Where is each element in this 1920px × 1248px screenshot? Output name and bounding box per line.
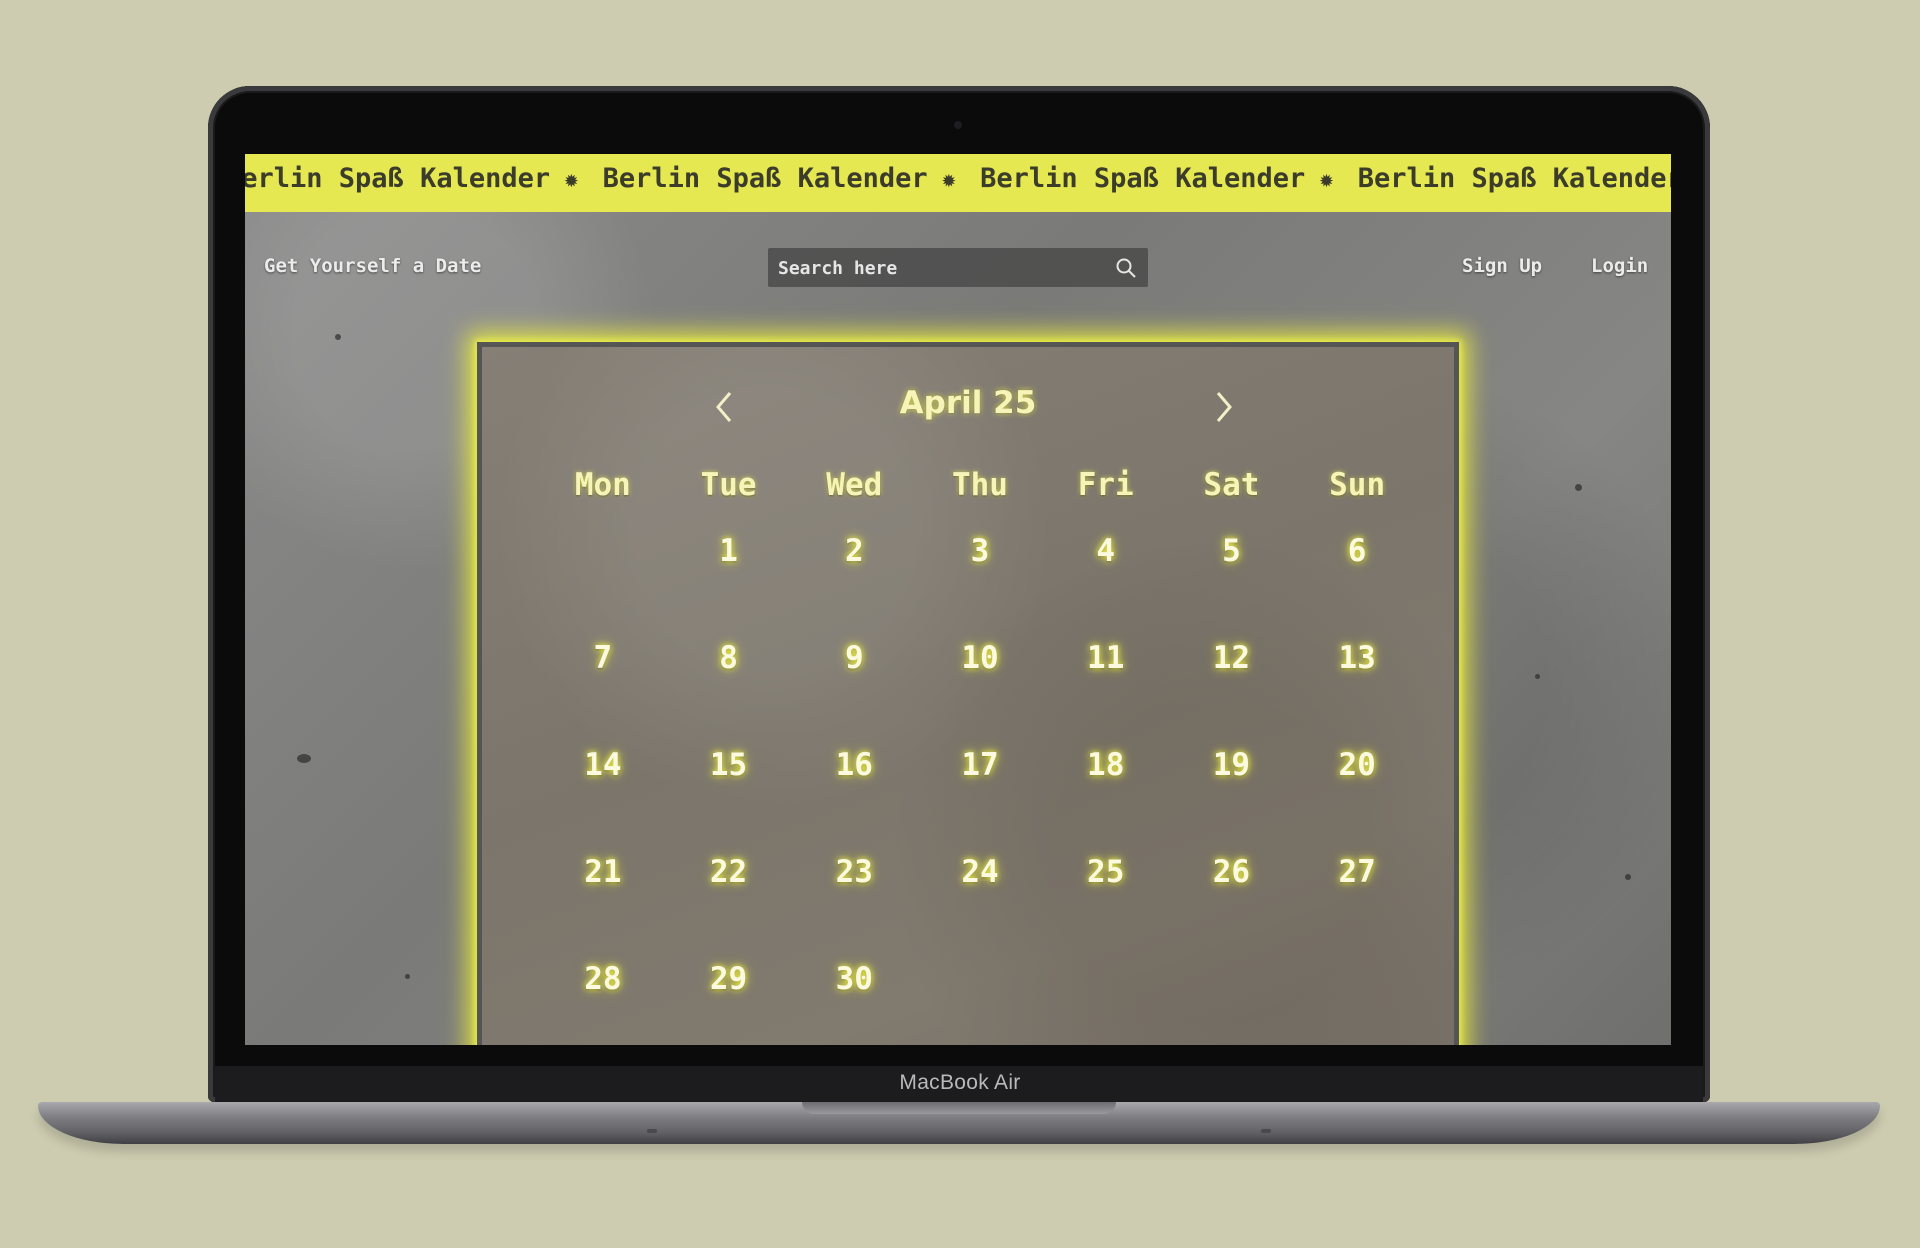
laptop-foot <box>1261 1129 1271 1133</box>
calendar-month-title: April 25 <box>899 385 1037 421</box>
day-cell[interactable]: 24 <box>917 854 1043 961</box>
day-cell[interactable]: 15 <box>666 747 792 854</box>
day-cell[interactable]: 27 <box>1294 854 1420 961</box>
day-cell[interactable]: 11 <box>1043 640 1169 747</box>
day-cell[interactable]: 5 <box>1169 533 1295 640</box>
day-cell[interactable]: 30 <box>791 961 917 1045</box>
day-cell[interactable]: 14 <box>540 747 666 854</box>
weekday-label: Thu <box>951 467 1008 503</box>
day-cell[interactable]: 13 <box>1294 640 1420 747</box>
weekday-label: Wed <box>826 467 883 503</box>
laptop-foot <box>647 1129 657 1133</box>
texture-speck <box>405 974 410 979</box>
empty-day-cell <box>540 533 666 640</box>
day-cell[interactable]: 21 <box>540 854 666 961</box>
weekday-label: Sat <box>1203 467 1260 503</box>
day-cell[interactable]: 22 <box>666 854 792 961</box>
texture-speck <box>297 754 311 763</box>
next-month-chevron-icon[interactable] <box>1208 389 1238 425</box>
fire-icon: ✹ <box>564 164 579 193</box>
marquee-text: Berlin Spaß Kalender <box>245 163 551 194</box>
day-cell[interactable]: 4 <box>1043 533 1169 640</box>
marquee-text: Berlin Spaß Kalender <box>1357 163 1671 194</box>
marquee-item: Berlin Spaß Kalender✹ <box>1358 163 1671 194</box>
day-cell[interactable]: 19 <box>1169 747 1295 854</box>
marquee-track: Berlin Spaß Kalender ✹ Berlin Spaß Kalende… <box>245 163 1671 194</box>
day-cell[interactable]: 3 <box>917 533 1043 640</box>
weekday-label: Tue <box>700 467 757 503</box>
marquee-banner: Berlin Spaß Kalender ✹ Berlin Spaß Kalende… <box>245 154 1671 212</box>
day-cell[interactable]: 10 <box>917 640 1043 747</box>
texture-speck <box>1625 874 1631 880</box>
day-cell[interactable]: 6 <box>1294 533 1420 640</box>
day-cell[interactable]: 8 <box>666 640 792 747</box>
marquee-item: Berlin Spaß Kalender ✹ <box>603 163 967 194</box>
day-cell[interactable]: 9 <box>791 640 917 747</box>
signup-link[interactable]: Sign Up <box>1462 255 1542 277</box>
day-cell[interactable]: 2 <box>791 533 917 640</box>
texture-speck <box>335 334 341 340</box>
weekday-row: Mon Tue Wed Thu Fri Sat Sun <box>540 467 1420 503</box>
texture-speck <box>1535 674 1540 679</box>
login-link[interactable]: Login <box>1591 255 1648 277</box>
weekday-label: Sun <box>1329 467 1386 503</box>
marquee-text: Berlin Spaß Kalender <box>980 163 1306 194</box>
day-cell[interactable]: 20 <box>1294 747 1420 854</box>
marquee-item: Berlin Spaß Kalender ✹ <box>245 163 589 194</box>
day-cell[interactable]: 1 <box>666 533 792 640</box>
day-cell[interactable]: 29 <box>666 961 792 1045</box>
brand-link[interactable]: Get Yourself a Date <box>264 255 481 277</box>
texture-speck <box>1575 484 1582 491</box>
marquee-item: Berlin Spaß Kalender ✹ <box>980 163 1344 194</box>
screen: Berlin Spaß Kalender ✹ Berlin Spaß Kalende… <box>245 154 1671 1045</box>
day-cell[interactable]: 23 <box>791 854 917 961</box>
laptop-notch <box>802 1102 1116 1114</box>
calendar-header: April 25 <box>482 385 1454 435</box>
day-cell[interactable]: 12 <box>1169 640 1295 747</box>
search-bar <box>768 248 1148 289</box>
search-input[interactable] <box>776 248 1100 289</box>
day-cell[interactable]: 16 <box>791 747 917 854</box>
day-cell[interactable]: 18 <box>1043 747 1169 854</box>
day-cell[interactable]: 17 <box>917 747 1043 854</box>
fire-icon: ✹ <box>941 164 957 193</box>
weekday-label: Fri <box>1077 467 1134 503</box>
webcam <box>954 121 962 129</box>
day-cell[interactable]: 25 <box>1043 854 1169 961</box>
day-cell[interactable]: 7 <box>540 640 666 747</box>
day-cell[interactable]: 26 <box>1169 854 1295 961</box>
weekday-label: Mon <box>574 467 631 503</box>
search-icon[interactable] <box>1114 256 1138 280</box>
day-grid: 1 2 3 4 5 6 7 8 9 10 11 12 13 14 15 16 17 18 19 20 21 22 23 24 2… <box>540 533 1420 1045</box>
calendar-panel: April 25 Mon Tue Wed Thu Fri Sat Sun 123456789… <box>477 342 1459 1045</box>
marquee-text: Berlin Spaß Kalender <box>602 163 928 194</box>
day-cell[interactable]: 28 <box>540 961 666 1045</box>
device-label: MacBook Air <box>899 1071 1021 1094</box>
fire-icon: ✹ <box>1319 164 1334 193</box>
